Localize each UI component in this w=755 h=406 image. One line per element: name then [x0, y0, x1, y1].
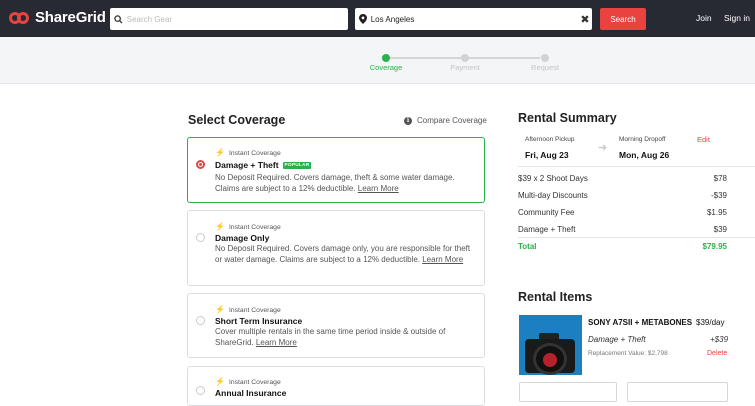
tag-label: Instant Coverage: [228, 149, 281, 157]
coverage-radio[interactable]: [196, 386, 205, 395]
coverage-name: Damage Only: [215, 233, 269, 243]
coverage-name-label: Damage Only: [215, 233, 270, 243]
rental-summary-title: Rental Summary: [518, 111, 617, 125]
coverage-option-annual[interactable]: ⚡ Instant Coverage Annual Insurance: [187, 366, 485, 406]
coverage-option-short-term[interactable]: ⚡ Instant Coverage Short Term Insurance …: [187, 293, 485, 358]
join-link[interactable]: Join: [696, 13, 712, 23]
instant-coverage-tag: ⚡ Instant Coverage: [215, 306, 281, 314]
divider: [518, 237, 755, 238]
coverage-name-label: Short Term Insurance: [215, 316, 303, 326]
learn-more-link[interactable]: Learn More: [422, 255, 463, 264]
line-label: Multi-day Discounts: [518, 191, 588, 200]
camera-image: [519, 315, 582, 375]
location-search-box[interactable]: ✖: [355, 8, 592, 30]
arrow-right-icon: ➜: [598, 142, 608, 154]
search-icon: [110, 14, 127, 24]
line-value: $1.95: [706, 208, 727, 217]
coverage-name: Short Term Insurance: [215, 316, 302, 326]
tag-label: Instant Coverage: [228, 306, 281, 314]
coverage-description: No Deposit Required. Covers damage only,…: [215, 243, 473, 265]
replacement-value: Replacement Value: $2,798: [588, 350, 668, 357]
coverage-radio[interactable]: [196, 160, 205, 169]
learn-more-link[interactable]: Learn More: [256, 338, 297, 347]
coverage-option-damage-only[interactable]: ⚡ Instant Coverage Damage Only No Deposi…: [187, 210, 485, 286]
coverage-description: No Deposit Required. Covers damage, thef…: [215, 172, 473, 194]
step-label-payment: Payment: [450, 63, 480, 72]
coverage-option-damage-theft[interactable]: ⚡ Instant Coverage Damage + Theft POPULA…: [187, 137, 485, 203]
location-pin-icon: [355, 14, 371, 24]
line-value: -$39: [710, 191, 727, 200]
location-input[interactable]: [370, 14, 578, 24]
item-action-button[interactable]: [519, 382, 617, 402]
coverage-name: Annual Insurance: [215, 388, 286, 398]
dropoff-date: Mon, Aug 26: [619, 150, 670, 160]
summary-line: Community Fee $1.95: [518, 208, 727, 217]
step-connector: [468, 57, 540, 59]
sharegrid-logo[interactable]: ShareGrid: [9, 9, 106, 26]
line-label: Damage + Theft: [518, 225, 576, 234]
brand-name: ShareGrid: [35, 9, 106, 26]
coverage-name-label: Annual Insurance: [215, 388, 287, 398]
line-label: Community Fee: [518, 208, 575, 217]
lightning-icon: ⚡: [215, 305, 225, 314]
item-action-button[interactable]: [627, 382, 728, 402]
step-label-coverage: Coverage: [369, 63, 403, 72]
item-coverage-price: +$39: [710, 335, 729, 344]
summary-line: $39 x 2 Shoot Days $78: [518, 174, 727, 183]
pickup-label: Afternoon Pickup: [525, 136, 575, 143]
line-value: $78: [713, 174, 727, 183]
coverage-radio[interactable]: [196, 316, 205, 325]
step-label-request: Request: [531, 63, 559, 72]
popular-badge: POPULAR: [282, 161, 312, 169]
coverage-radio[interactable]: [196, 233, 205, 242]
instant-coverage-tag: ⚡ Instant Coverage: [215, 223, 281, 231]
checkout-progress: [0, 37, 755, 84]
gear-search-box[interactable]: [110, 8, 348, 30]
step-dot-coverage: [382, 54, 390, 62]
line-label: $39 x 2 Shoot Days: [518, 174, 588, 183]
coverage-desc-text: Cover multiple rentals in the same time …: [215, 327, 446, 347]
sign-in-link[interactable]: Sign in: [724, 13, 750, 23]
item-price: $39/day: [696, 318, 725, 327]
pickup-date: Fri, Aug 23: [525, 150, 569, 160]
summary-line: Multi-day Discounts -$39: [518, 191, 727, 200]
step-connector: [390, 57, 462, 59]
clear-location-icon[interactable]: ✖: [578, 13, 592, 26]
instant-coverage-tag: ⚡ Instant Coverage: [215, 378, 281, 386]
search-gear-input[interactable]: [126, 14, 348, 24]
logo-rings-icon: [9, 10, 31, 26]
rental-dates: Afternoon Pickup Fri, Aug 23 ➜ Morning D…: [518, 129, 755, 167]
coverage-name-label: Damage + Theft: [215, 160, 279, 170]
edit-dates-link[interactable]: Edit: [697, 135, 710, 144]
top-nav-bar: ShareGrid ✖ Search Join Sign in: [0, 0, 755, 37]
tag-label: Instant Coverage: [228, 223, 281, 231]
line-value: $39: [713, 225, 727, 234]
item-coverage: Damage + Theft: [588, 335, 646, 344]
coverage-desc-text: No Deposit Required. Covers damage, thef…: [215, 173, 455, 193]
lightning-icon: ⚡: [215, 222, 225, 231]
step-dot-payment: [461, 54, 469, 62]
instant-coverage-tag: ⚡ Instant Coverage: [215, 149, 281, 157]
summary-total: Total $79.95: [518, 242, 727, 251]
total-value: $79.95: [702, 242, 727, 251]
lightning-icon: ⚡: [215, 377, 225, 386]
coverage-description: Cover multiple rentals in the same time …: [215, 326, 473, 348]
delete-item-link[interactable]: Delete: [707, 350, 727, 357]
lightning-icon: ⚡: [215, 148, 225, 157]
compare-coverage-label: Compare Coverage: [417, 116, 487, 125]
summary-line: Damage + Theft $39: [518, 225, 727, 234]
search-button[interactable]: Search: [600, 8, 646, 30]
learn-more-link[interactable]: Learn More: [358, 184, 399, 193]
compare-coverage-link[interactable]: i Compare Coverage: [404, 116, 487, 125]
tag-label: Instant Coverage: [228, 378, 281, 386]
dropoff-label: Morning Dropoff: [619, 136, 666, 143]
divider: [518, 166, 755, 167]
rental-items-title: Rental Items: [518, 290, 593, 304]
info-icon: i: [404, 116, 412, 125]
total-label: Total: [518, 242, 537, 251]
select-coverage-title: Select Coverage: [188, 113, 286, 127]
item-name[interactable]: SONY A7SII + METABONES: [588, 318, 692, 327]
step-dot-request: [541, 54, 549, 62]
coverage-name: Damage + Theft POPULAR: [215, 160, 312, 170]
